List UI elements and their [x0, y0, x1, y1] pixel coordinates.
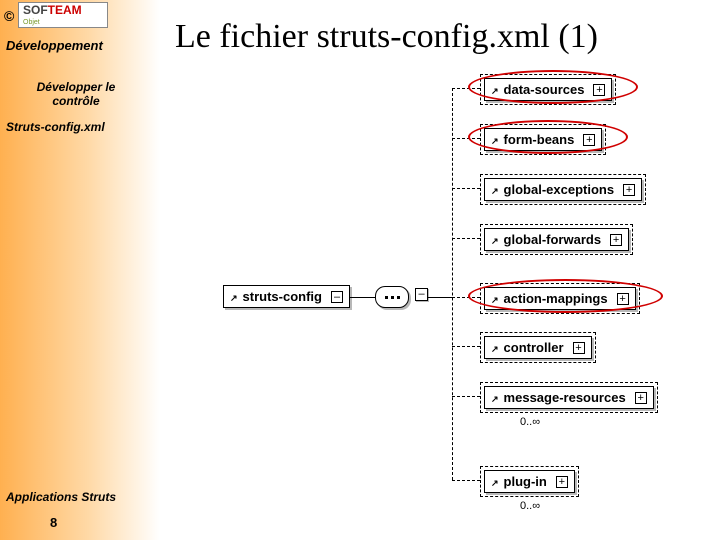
node-global-exceptions: ↗ global-exceptions +: [484, 178, 642, 201]
optional-wrapper: ↗ global-forwards +: [480, 224, 633, 255]
logo: SOFTEAM Objet: [18, 2, 108, 28]
node-label: controller: [504, 340, 564, 355]
copyright: ©: [4, 8, 14, 24]
branch: [452, 396, 480, 397]
cardinality: 0..∞: [520, 416, 540, 428]
node-label: global-exceptions: [504, 182, 615, 197]
page-number: 8: [50, 515, 57, 530]
node-controller: ↗ controller +: [484, 336, 592, 359]
diagram: ↗ struts-config – – ↗ data-sources + ↗ f…: [210, 70, 710, 500]
arrow-icon: ↗: [491, 237, 499, 246]
highlight-circle: [468, 120, 628, 154]
toggle-plus-icon: +: [556, 476, 568, 488]
toggle-plus-icon: +: [573, 342, 585, 354]
sidebar-sub-struts: Struts-config.xml: [6, 120, 105, 134]
sidebar-footer: Applications Struts: [6, 490, 116, 504]
optional-wrapper: ↗ global-exceptions +: [480, 174, 646, 205]
node-message-resources: ↗ message-resources +: [484, 386, 654, 409]
sidebar-heading: Développement: [6, 38, 103, 53]
sequence-box: [375, 286, 409, 308]
optional-wrapper: ↗ plug-in +: [480, 466, 579, 497]
connector: [350, 297, 375, 298]
arrow-icon: ↗: [491, 345, 499, 354]
branch: [452, 346, 480, 347]
node-label: struts-config: [243, 289, 322, 304]
branch: [452, 188, 480, 189]
node-label: message-resources: [504, 390, 626, 405]
sidebar-sub-develop: Développer lecontrôle: [6, 80, 146, 108]
node-struts-config: ↗ struts-config –: [223, 285, 350, 308]
arrow-icon: ↗: [491, 395, 499, 404]
node-label: plug-in: [504, 474, 547, 489]
highlight-circle: [468, 279, 663, 313]
branch: [452, 238, 480, 239]
toggle-minus-icon: –: [331, 291, 343, 303]
toggle-plus-icon: +: [623, 184, 635, 196]
page-title: Le fichier struts-config.xml (1): [175, 18, 598, 56]
seq-toggle-icon: –: [415, 288, 428, 301]
node-plug-in: ↗ plug-in +: [484, 470, 575, 493]
toggle-plus-icon: +: [610, 234, 622, 246]
arrow-icon: ↗: [491, 479, 499, 488]
optional-wrapper: ↗ message-resources +: [480, 382, 658, 413]
optional-wrapper: ↗ controller +: [480, 332, 596, 363]
node-label: global-forwards: [504, 232, 602, 247]
node-global-forwards: ↗ global-forwards +: [484, 228, 629, 251]
toggle-plus-icon: +: [635, 392, 647, 404]
arrow-icon: ↗: [230, 294, 238, 303]
connector: [428, 297, 452, 298]
branch: [452, 480, 480, 481]
tree-trunk: [452, 88, 453, 480]
highlight-circle: [468, 70, 638, 104]
arrow-icon: ↗: [491, 187, 499, 196]
cardinality: 0..∞: [520, 500, 540, 512]
sidebar: © SOFTEAM Objet Développement Développer…: [0, 0, 160, 540]
